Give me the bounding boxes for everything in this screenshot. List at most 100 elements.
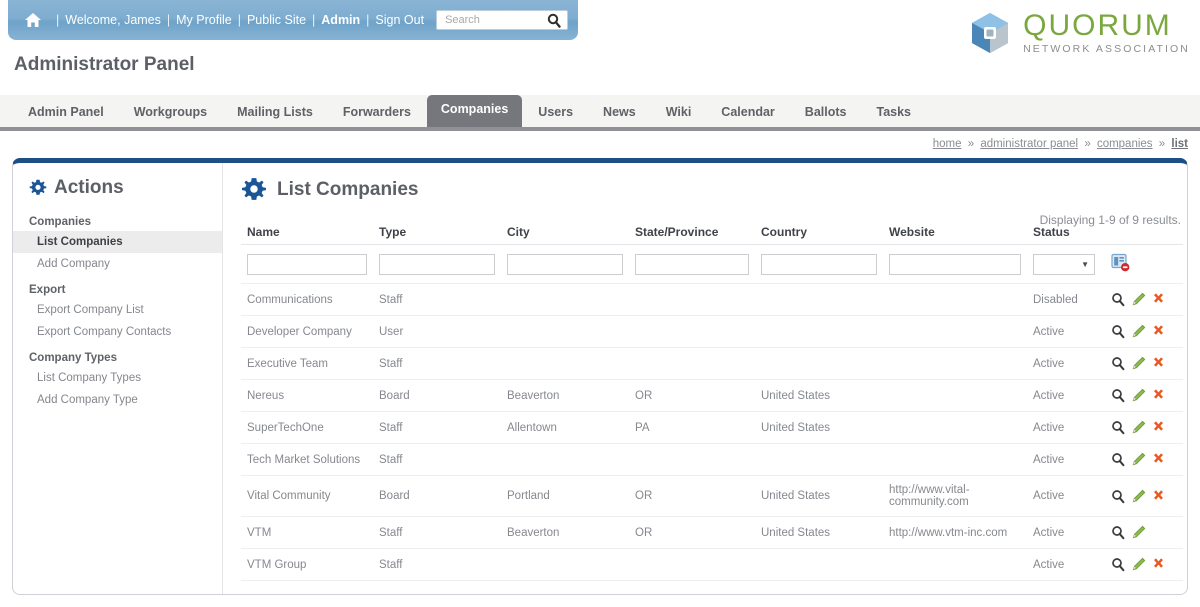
link-separator-4: | xyxy=(366,13,370,27)
table-row[interactable]: SuperTechOne Staff Allentown PA United S… xyxy=(241,411,1183,444)
delete-icon[interactable] xyxy=(1151,420,1166,435)
edit-icon[interactable] xyxy=(1131,525,1146,540)
cell-status: Disabled xyxy=(1027,283,1105,316)
table-row[interactable]: Developer Company User Active xyxy=(241,315,1183,348)
quorum-cube-icon xyxy=(967,10,1013,56)
tab-admin-panel[interactable]: Admin Panel xyxy=(14,98,118,127)
clear-filter-icon[interactable] xyxy=(1111,253,1130,275)
sidebar-item-export-company-contacts[interactable]: Export Company Contacts xyxy=(13,321,222,343)
link-public-site[interactable]: Public Site xyxy=(247,13,306,27)
delete-icon[interactable] xyxy=(1151,489,1166,504)
edit-icon[interactable] xyxy=(1131,324,1146,339)
view-icon[interactable] xyxy=(1111,525,1126,540)
tab-workgroups[interactable]: Workgroups xyxy=(120,98,221,127)
view-icon[interactable] xyxy=(1111,420,1126,435)
tab-ballots[interactable]: Ballots xyxy=(791,98,861,127)
column-header-status[interactable]: Status xyxy=(1027,225,1105,245)
cell-city: Allentown xyxy=(501,411,629,444)
filter-input-name[interactable] xyxy=(247,253,367,275)
breadcrumb-item-companies[interactable]: companies xyxy=(1097,138,1153,150)
search-box[interactable] xyxy=(436,10,568,30)
cell-actions xyxy=(1105,347,1183,380)
tab-users[interactable]: Users xyxy=(524,98,587,127)
sidebar-item-list-company-types[interactable]: List Company Types xyxy=(13,367,222,389)
delete-icon[interactable] xyxy=(1151,324,1166,339)
delete-icon[interactable] xyxy=(1151,356,1166,371)
filter-cell-status: ▼ xyxy=(1027,244,1105,284)
tab-mailing-lists[interactable]: Mailing Lists xyxy=(223,98,327,127)
filter-input-city[interactable] xyxy=(507,253,623,275)
delete-icon[interactable] xyxy=(1151,452,1166,467)
filter-cell-state xyxy=(629,244,755,284)
sidebar-item-add-company[interactable]: Add Company xyxy=(13,253,222,275)
table-row[interactable]: Vital Community Board Portland OR United… xyxy=(241,475,1183,517)
top-utility-bar: | Welcome, James | My Profile | Public S… xyxy=(8,0,578,40)
table-row[interactable]: Tech Market Solutions Staff Active xyxy=(241,443,1183,476)
filter-input-type[interactable] xyxy=(379,253,495,275)
search-input[interactable] xyxy=(443,12,564,28)
tab-calendar[interactable]: Calendar xyxy=(707,98,789,127)
edit-icon[interactable] xyxy=(1131,489,1146,504)
breadcrumb-item-list[interactable]: list xyxy=(1171,138,1188,150)
filter-input-country[interactable] xyxy=(761,253,877,275)
view-icon[interactable] xyxy=(1111,489,1126,504)
edit-icon[interactable] xyxy=(1131,420,1146,435)
cell-name: Communications xyxy=(241,283,373,316)
sidebar-item-list-companies[interactable]: List Companies xyxy=(13,231,222,253)
column-header-city[interactable]: City xyxy=(501,225,629,245)
view-icon[interactable] xyxy=(1111,292,1126,307)
view-icon[interactable] xyxy=(1111,356,1126,371)
link-admin[interactable]: Admin xyxy=(321,13,360,27)
chevron-down-icon: ▼ xyxy=(1081,259,1089,269)
column-header-name[interactable]: Name xyxy=(241,225,373,245)
table-row[interactable]: Communications Staff Disabled xyxy=(241,283,1183,316)
search-icon[interactable] xyxy=(547,13,561,28)
welcome-text: Welcome, James xyxy=(65,13,161,27)
sidebar-item-add-company-type[interactable]: Add Company Type xyxy=(13,389,222,411)
link-my-profile[interactable]: My Profile xyxy=(176,13,232,27)
edit-icon[interactable] xyxy=(1131,356,1146,371)
tab-wiki[interactable]: Wiki xyxy=(652,98,706,127)
brand-tagline: NETWORK ASSOCIATION xyxy=(1023,43,1190,56)
cell-website[interactable]: http://www.vtm-inc.com xyxy=(883,516,1027,549)
breadcrumb-item-home[interactable]: home xyxy=(933,138,962,150)
tab-tasks[interactable]: Tasks xyxy=(862,98,925,127)
cell-website[interactable]: http://www.vital-community.com xyxy=(883,475,1027,517)
filter-input-state[interactable] xyxy=(635,253,749,275)
column-header-state-province[interactable]: State/Province xyxy=(629,225,755,245)
filter-select-status[interactable]: ▼ xyxy=(1033,253,1095,275)
actions-header: Actions xyxy=(13,177,222,207)
delete-icon[interactable] xyxy=(1151,557,1166,572)
filter-input-website[interactable] xyxy=(889,253,1021,275)
link-sign-out[interactable]: Sign Out xyxy=(375,13,424,27)
view-icon[interactable] xyxy=(1111,557,1126,572)
sidebar-item-export-company-list[interactable]: Export Company List xyxy=(13,299,222,321)
column-header-type[interactable]: Type xyxy=(373,225,501,245)
view-icon[interactable] xyxy=(1111,324,1126,339)
edit-icon[interactable] xyxy=(1131,292,1146,307)
table-row[interactable]: VTM Group Staff Active xyxy=(241,548,1183,581)
tab-forwarders[interactable]: Forwarders xyxy=(329,98,425,127)
cell-state: OR xyxy=(629,475,755,517)
edit-icon[interactable] xyxy=(1131,557,1146,572)
brand-logo[interactable]: QUORUM NETWORK ASSOCIATION xyxy=(967,10,1190,56)
home-icon[interactable] xyxy=(24,12,42,28)
view-icon[interactable] xyxy=(1111,388,1126,403)
column-header-country[interactable]: Country xyxy=(755,225,883,245)
delete-icon[interactable] xyxy=(1151,388,1166,403)
cell-type: Board xyxy=(373,475,501,517)
tab-companies[interactable]: Companies xyxy=(426,95,523,127)
edit-icon[interactable] xyxy=(1131,452,1146,467)
delete-icon[interactable] xyxy=(1151,292,1166,307)
view-icon[interactable] xyxy=(1111,452,1126,467)
column-header-website[interactable]: Website xyxy=(883,225,1027,245)
breadcrumb-item-administrator-panel[interactable]: administrator panel xyxy=(980,138,1078,150)
cell-name: Executive Team xyxy=(241,347,373,380)
table-row[interactable]: Executive Team Staff Active xyxy=(241,347,1183,380)
cell-country: United States xyxy=(755,516,883,549)
edit-icon[interactable] xyxy=(1131,388,1146,403)
table-row[interactable]: Nereus Board Beaverton OR United States … xyxy=(241,379,1183,412)
table-row[interactable]: VTM Staff Beaverton OR United States htt… xyxy=(241,516,1183,549)
cell-website xyxy=(883,411,1027,444)
tab-news[interactable]: News xyxy=(589,98,650,127)
